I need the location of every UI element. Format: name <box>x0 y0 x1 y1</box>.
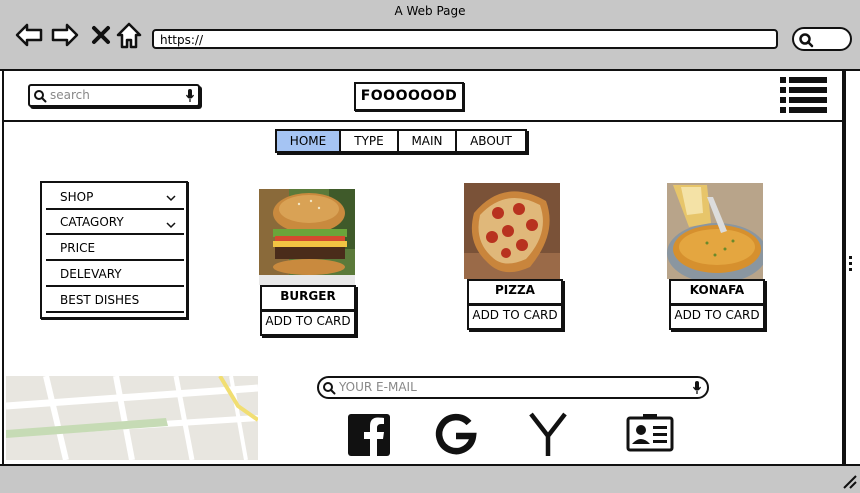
search-icon <box>323 382 336 395</box>
map[interactable] <box>6 376 258 460</box>
sidebar-item-label: PRICE <box>60 241 96 255</box>
home-icon[interactable] <box>114 20 144 50</box>
add-to-card-button-konafa[interactable]: ADD TO CARD <box>669 304 765 330</box>
google-icon[interactable] <box>432 410 480 458</box>
email-field[interactable] <box>317 376 709 399</box>
add-to-card-button-pizza[interactable]: ADD TO CARD <box>467 304 563 330</box>
tab-home[interactable]: HOME <box>277 131 341 151</box>
microphone-icon[interactable] <box>692 380 702 396</box>
food-name-konafa: KONAFA <box>669 279 765 305</box>
food-name-pizza: PIZZA <box>467 279 563 305</box>
search-icon <box>34 90 47 103</box>
url-bar[interactable]: https:// <box>152 29 778 49</box>
sidebar-item-delivery[interactable]: DELEVARY <box>46 262 184 287</box>
sidebar-item-category[interactable]: CATAGORY <box>46 210 184 235</box>
site-logo[interactable]: FOOOOOOD <box>354 82 464 111</box>
search-input[interactable] <box>50 87 180 103</box>
burger-image[interactable] <box>259 189 355 285</box>
food-name-burger: BURGER <box>260 285 356 311</box>
sidebar-item-label: CATAGORY <box>60 215 124 229</box>
browser-search-field[interactable] <box>792 27 852 51</box>
add-to-card-button-burger[interactable]: ADD TO CARD <box>260 310 356 336</box>
konafa-image[interactable] <box>667 183 763 279</box>
nav-tabs: HOME TYPE MAIN ABOUT <box>275 129 527 153</box>
sidebar-menu: SHOP CATAGORY PRICE DELEVARY BEST DISHES <box>40 181 188 319</box>
search-icon <box>799 33 814 48</box>
stop-icon[interactable] <box>86 20 116 50</box>
resize-grip-icon[interactable] <box>842 474 858 490</box>
tab-type[interactable]: TYPE <box>341 131 399 151</box>
yahoo-icon[interactable] <box>524 410 572 458</box>
chevron-down-icon <box>166 222 176 229</box>
window-title: A Web Page <box>394 4 466 18</box>
sidebar-item-shop[interactable]: SHOP <box>46 185 184 210</box>
header-divider <box>2 120 842 122</box>
facebook-icon[interactable] <box>346 410 394 458</box>
sidebar-item-label: BEST DISHES <box>60 293 140 307</box>
pizza-image[interactable] <box>464 183 560 279</box>
sidebar-item-best-dishes[interactable]: BEST DISHES <box>46 288 184 313</box>
back-arrow-icon[interactable] <box>14 20 44 50</box>
menu-icon[interactable] <box>779 76 829 116</box>
contact-card-icon[interactable] <box>626 410 674 458</box>
status-bar <box>0 464 860 493</box>
tab-about[interactable]: ABOUT <box>457 131 525 151</box>
microphone-icon[interactable] <box>185 88 195 104</box>
chevron-down-icon <box>166 195 176 202</box>
vertical-scrollbar[interactable] <box>844 71 860 466</box>
sidebar-item-label: SHOP <box>60 190 94 204</box>
sidebar-item-price[interactable]: PRICE <box>46 236 184 261</box>
email-input[interactable] <box>339 379 679 395</box>
forward-arrow-icon[interactable] <box>50 20 80 50</box>
site-search[interactable] <box>28 84 200 107</box>
sidebar-item-label: DELEVARY <box>60 267 122 281</box>
tab-main[interactable]: MAIN <box>399 131 457 151</box>
